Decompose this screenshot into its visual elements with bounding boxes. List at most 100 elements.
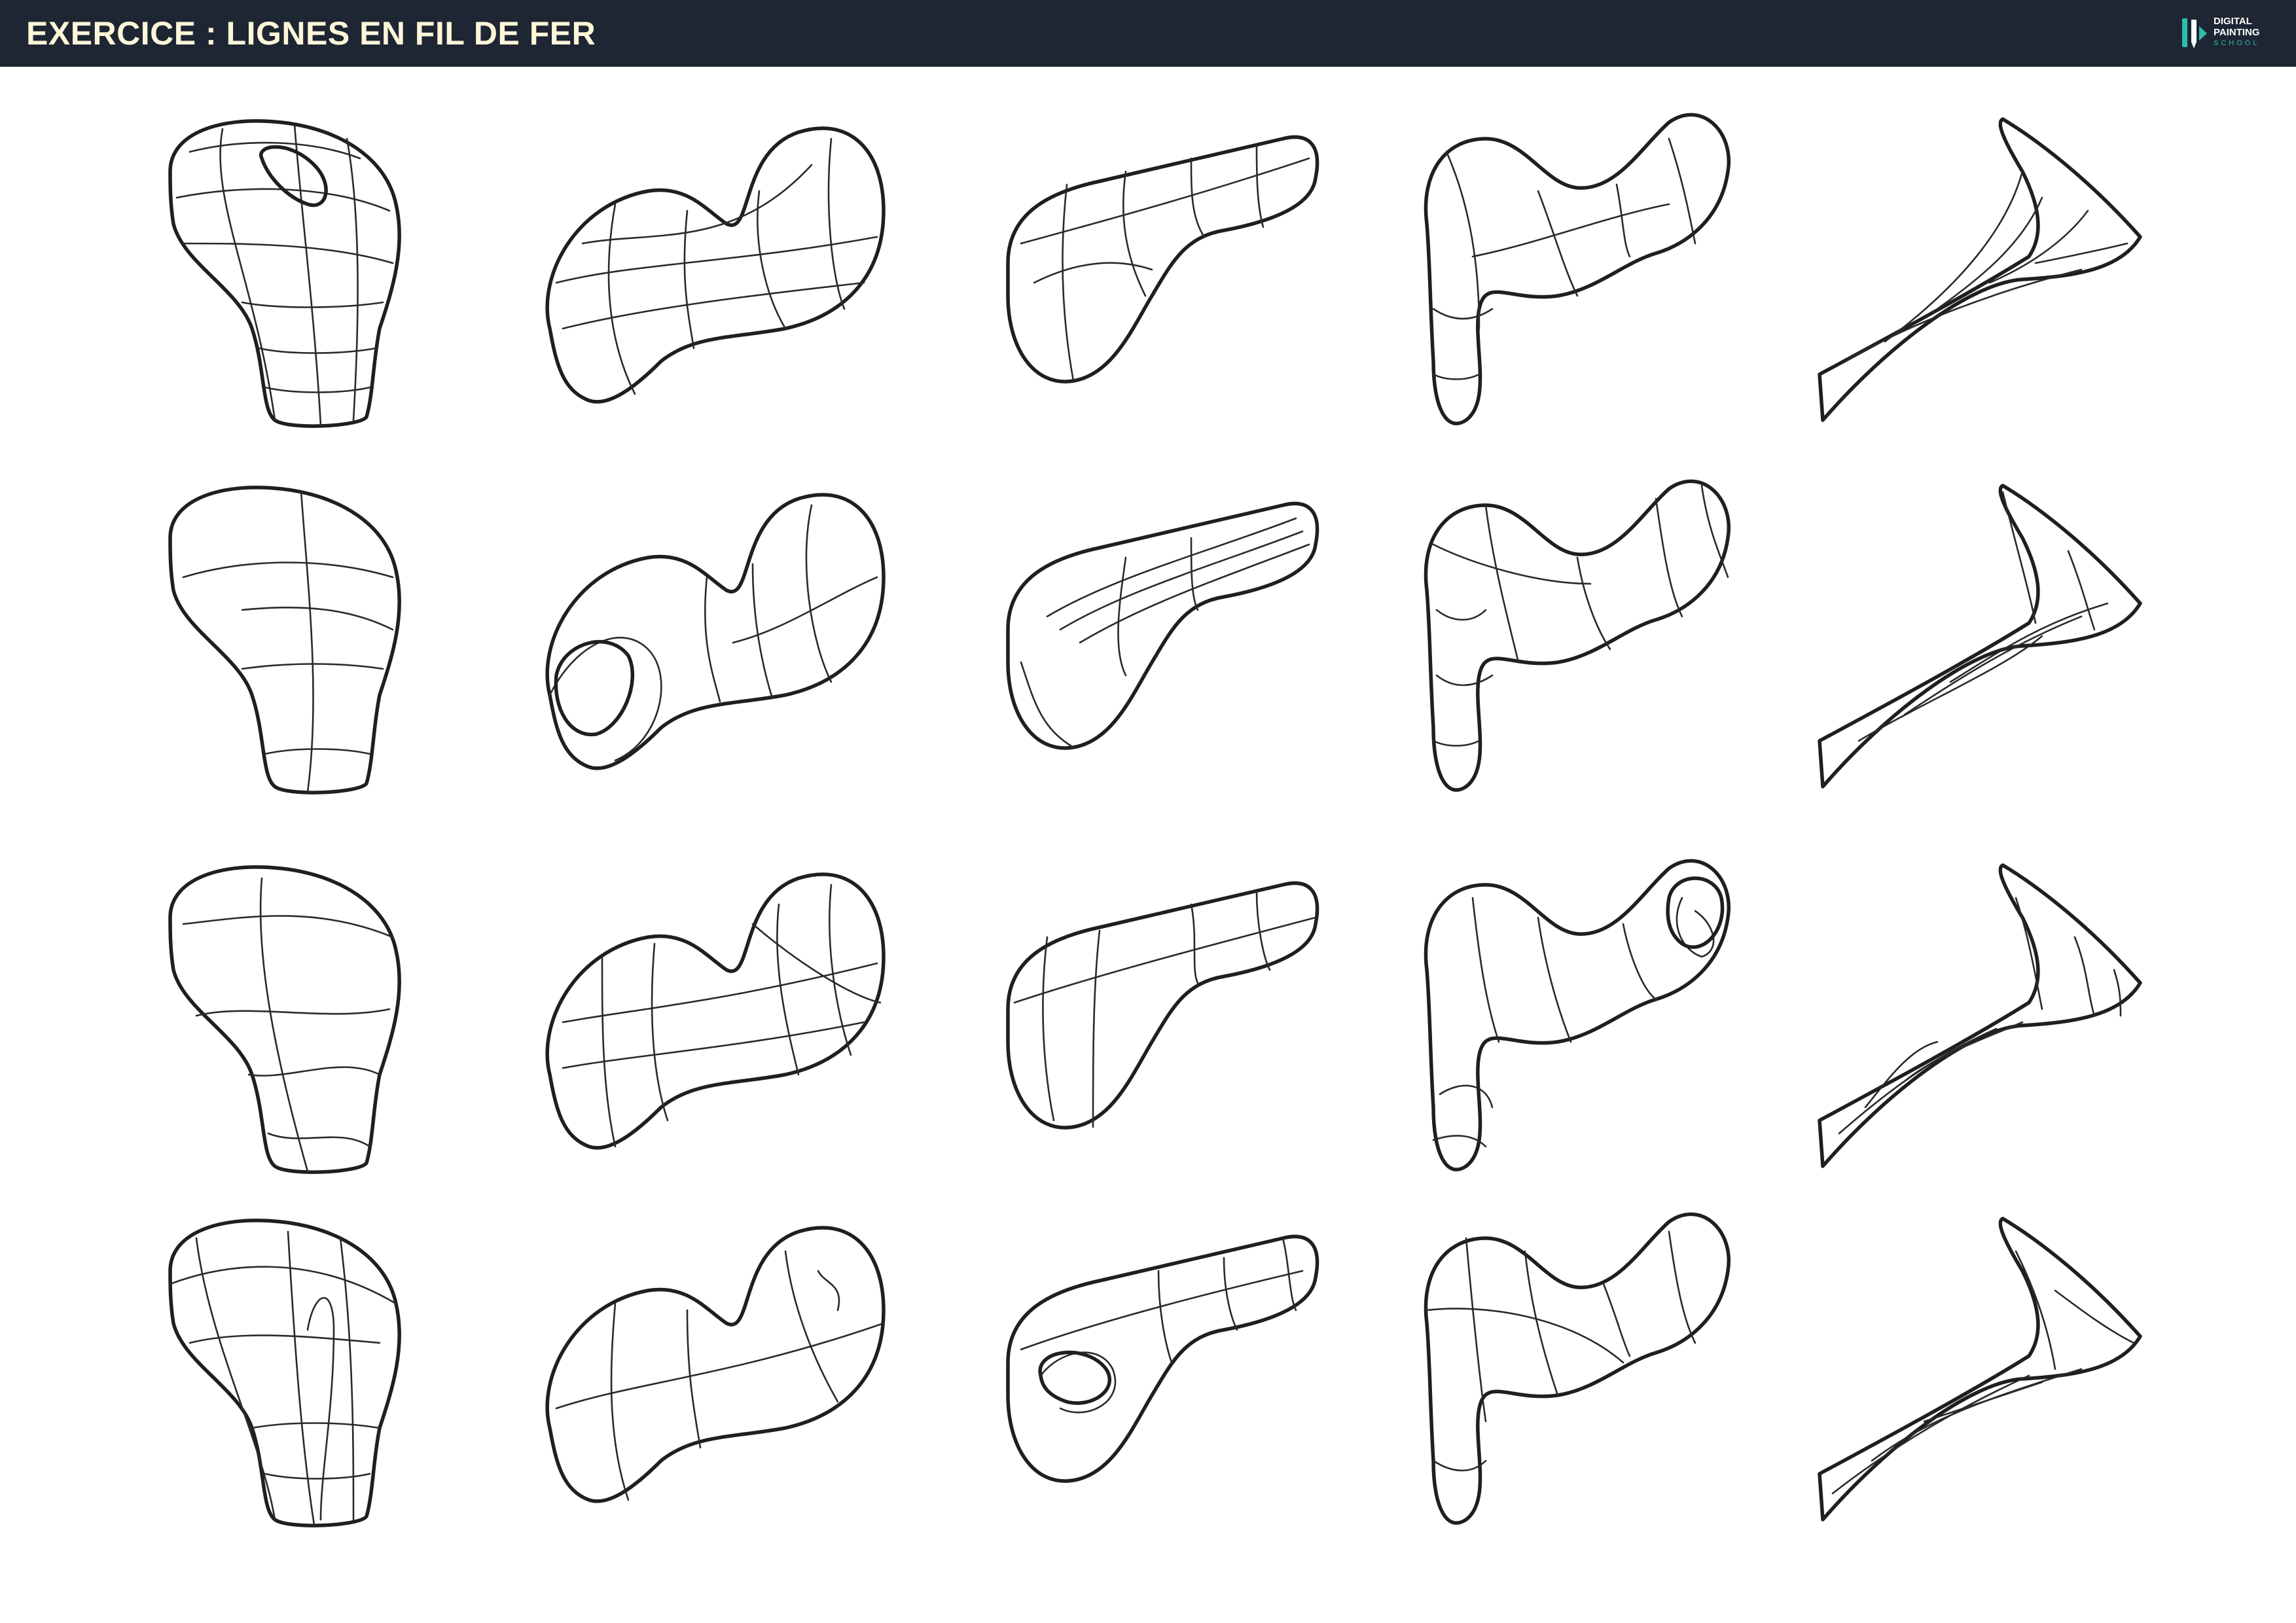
- sketch-wedge-outline: [1818, 117, 2142, 422]
- sketch-knob-row-3: [168, 865, 401, 1174]
- sketch-knob-wire-line: [175, 188, 391, 212]
- sketch-capsule-wire-line: [1190, 903, 1199, 984]
- logo-line-3: SCHOOL: [2214, 39, 2260, 47]
- sketch-scurve-wire-line: [1465, 1237, 1487, 1423]
- sketch-knob-row-4: [168, 1219, 401, 1527]
- sketch-wedge-row-3: [1818, 863, 2142, 1168]
- sketch-capsule-wire-line: [1062, 183, 1075, 382]
- sketch-scurve-wire-line: [1537, 190, 1579, 297]
- sketch-peanut-inner-hole: [554, 639, 635, 736]
- sketch-capsule-wire-line: [1255, 144, 1265, 228]
- drawing-board: [0, 67, 2296, 1623]
- sketch-scurve-row-1: [1424, 113, 1731, 425]
- header-bar: EXERCICE : LIGNES EN FIL DE FER DIGITAL …: [0, 0, 2296, 67]
- sketch-scurve-wire-line: [1432, 308, 1494, 320]
- sketch-capsule-wire-line: [1046, 517, 1297, 618]
- sketch-knob-wire-line: [251, 1422, 381, 1429]
- sketch-knob-wire-line: [247, 1066, 381, 1077]
- sketch-peanut-wire-line: [757, 190, 787, 330]
- sketch-peanut-wire-line: [751, 923, 882, 1004]
- sketch-knob-row-2: [168, 486, 401, 794]
- sketch-capsule-wire-line: [1020, 661, 1075, 749]
- sketch-wedge-row-2: [1818, 484, 2142, 789]
- sketch-capsule-wire-line: [1033, 262, 1153, 284]
- sketch-peanut-wire-line: [601, 955, 617, 1148]
- sketch-scurve-outline: [1424, 1212, 1731, 1525]
- sketch-capsule-row-3: [1006, 881, 1319, 1130]
- sketch-capsule-wire-line: [1079, 543, 1310, 644]
- sketch-scurve-wire-line: [1445, 151, 1480, 330]
- sketch-knob-wire-line: [182, 915, 394, 938]
- sketch-capsule-wire-line: [1117, 556, 1127, 677]
- sketch-wedge-row-1: [1818, 117, 2142, 422]
- sketch-knob-wire-line: [259, 877, 309, 1173]
- sketch-scurve-wire-line: [1435, 609, 1487, 621]
- sketch-peanut-outline: [545, 872, 886, 1150]
- sketch-capsule-row-2: [1006, 501, 1319, 750]
- sketch-capsule-wire-line: [1157, 1270, 1173, 1364]
- sketch-capsule-outline: [1006, 135, 1319, 383]
- sketch-peanut-row-3: [545, 872, 886, 1150]
- sketch-capsule-wire-line: [1190, 157, 1206, 238]
- sketch-scurve-row-4: [1424, 1212, 1731, 1525]
- sketch-wedge-outline: [1818, 1217, 2142, 1522]
- sketch-scurve-wire-line: [1655, 497, 1683, 618]
- sketch-capsule-wire-line: [1092, 929, 1101, 1128]
- sketch-knob-wire-line: [287, 1230, 315, 1526]
- sketch-capsule-wire-line: [1282, 1237, 1297, 1311]
- sketch-capsule-wire-line: [1013, 916, 1317, 1004]
- sketch-peanut-wire-line: [555, 236, 878, 284]
- sketch-capsule-row-1: [1006, 135, 1319, 383]
- sketch-capsule-wire-line: [1020, 1270, 1304, 1351]
- sketch-knob-outline: [168, 119, 401, 428]
- sketch-wedge-wire-line: [1936, 196, 2043, 310]
- sketch-scurve-wire-line: [1668, 137, 1696, 245]
- sketch-knob-wire-line: [195, 1008, 391, 1017]
- sketch-knob-wire-line: [241, 606, 394, 631]
- sketch-scurve-wire-line: [1602, 1283, 1631, 1357]
- sketch-wedge-row-4: [1818, 1217, 2142, 1522]
- sketch-knob-wire-line: [264, 748, 371, 755]
- sketch-wedge-wire-line: [1844, 268, 2083, 363]
- sketch-scurve-row-2: [1424, 479, 1731, 792]
- sketch-scurve-wire-line: [1537, 916, 1572, 1043]
- sketch-wedge-outline: [1818, 863, 2142, 1168]
- sketch-knob-outline: [168, 865, 401, 1174]
- sketch-wedge-wire-line: [1838, 1027, 1998, 1135]
- sketch-capsule-wire-line: [1042, 936, 1055, 1122]
- sketch-knob-wire-line: [182, 562, 394, 579]
- sketch-wedge-wire-line: [1857, 635, 2043, 742]
- sketch-capsule-inner-hole: [1038, 1350, 1112, 1405]
- sketch-scurve-wire-line: [1615, 183, 1631, 258]
- sketch-wedge-wire-line: [1903, 615, 2083, 716]
- sketch-peanut-wire-line: [827, 137, 846, 310]
- sketch-peanut-wire-line: [651, 942, 669, 1122]
- sketch-peanut-outline: [545, 1226, 886, 1503]
- logo-text: DIGITAL PAINTING SCHOOL: [2214, 16, 2279, 49]
- sketch-knob-wire-line: [346, 137, 359, 421]
- sketch-capsule-wire-line: [1122, 170, 1147, 297]
- sketch-capsule-wire-line: [1223, 1257, 1238, 1331]
- sketch-scurve-wire-line: [1576, 556, 1611, 651]
- wireframe-sketches: [168, 113, 2142, 1527]
- sketch-peanut-wire-line: [562, 1021, 865, 1069]
- sketch-knob-wire-line: [182, 242, 394, 264]
- sketch-capsule-outline: [1006, 881, 1319, 1130]
- sketch-knob-wire-line: [264, 386, 371, 393]
- sketch-capsule-outline: [1006, 1234, 1319, 1483]
- sketch-scurve-inner-hole: [1666, 876, 1725, 949]
- sketch-peanut-wire-line: [805, 504, 833, 683]
- sketch-wedge-wire-line: [2113, 969, 2122, 1017]
- sketch-peanut-wire-line: [776, 903, 800, 1076]
- sketch-knob-row-1: [168, 119, 401, 428]
- sketch-knob-inner-hole: [259, 145, 328, 207]
- sketch-peanut-row-1: [545, 126, 886, 404]
- sketch-scurve-wire-line: [1439, 1084, 1494, 1109]
- sketch-wedge-wire-line: [2073, 936, 2096, 1017]
- sketch-capsule-row-4: [1006, 1234, 1319, 1483]
- page-title: EXERCICE : LIGNES EN FIL DE FER: [26, 15, 596, 52]
- sketch-peanut-wire-line: [817, 1270, 840, 1311]
- sketch-knob-wire-line: [306, 1296, 335, 1521]
- sketch-peanut-row-2: [545, 493, 886, 770]
- sketch-scurve-row-3: [1424, 859, 1731, 1171]
